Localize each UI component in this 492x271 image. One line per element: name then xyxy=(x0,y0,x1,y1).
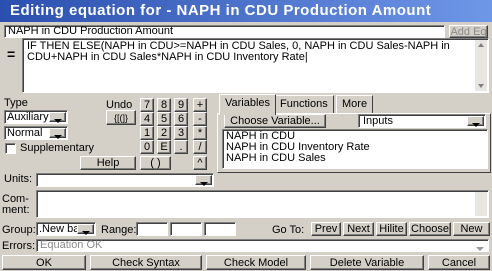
new-button[interactable]: New xyxy=(453,222,490,236)
scroll-down-icon xyxy=(478,84,484,88)
help-button[interactable]: Help xyxy=(80,156,136,170)
supplementary-label: Supplementary xyxy=(20,142,94,154)
key-times[interactable]: * xyxy=(193,126,207,140)
choose-variable-button[interactable]: Choose Variable... xyxy=(224,114,326,128)
chevron-down-icon xyxy=(77,224,94,235)
chevron-down-icon xyxy=(472,241,487,251)
cancel-button[interactable]: Cancel xyxy=(428,255,490,270)
goto-label: Go To: xyxy=(272,224,305,236)
ok-button[interactable]: OK xyxy=(2,255,86,270)
type-label: Type xyxy=(4,97,28,109)
key-dot[interactable]: . xyxy=(174,140,188,154)
units-dropdown[interactable] xyxy=(36,173,214,187)
key-9[interactable]: 9 xyxy=(174,98,188,112)
equals-sign: = xyxy=(7,46,16,62)
subtype-value: Normal xyxy=(7,127,43,139)
range-label: Range: xyxy=(101,224,137,236)
key-parens[interactable]: ( ) xyxy=(140,156,171,170)
range-step-field[interactable] xyxy=(204,222,236,236)
tab-more[interactable]: More xyxy=(336,95,374,114)
errors-value: Equation OK xyxy=(40,239,103,251)
range-max-field[interactable] xyxy=(170,222,202,236)
key-minus[interactable]: - xyxy=(193,112,207,126)
braces-button[interactable]: {[(]} xyxy=(106,110,136,125)
supplementary-checkbox[interactable] xyxy=(5,143,16,154)
equation-line-2: CDU+NAPH in CDU Sales*NAPH in CDU Invent… xyxy=(27,51,308,63)
list-item[interactable]: NAPH in CDU Sales xyxy=(226,153,484,164)
errors-label: Errors: xyxy=(2,240,35,252)
key-plus[interactable]: + xyxy=(193,98,207,112)
add-eq-button[interactable]: Add Eq xyxy=(449,25,488,38)
chevron-down-icon xyxy=(49,112,66,123)
key-2[interactable]: 2 xyxy=(157,126,171,140)
key-0[interactable]: 0 xyxy=(140,140,154,154)
check-model-button[interactable]: Check Model xyxy=(206,255,306,270)
group-dropdown[interactable]: .New bau xyxy=(36,222,96,236)
variable-filter-dropdown[interactable]: Inputs xyxy=(358,114,486,128)
chevron-down-icon xyxy=(467,116,484,127)
prev-button[interactable]: Prev xyxy=(311,222,341,236)
key-6[interactable]: 6 xyxy=(174,112,188,126)
variable-name-value: NAPH in CDU Production Amount xyxy=(8,25,174,37)
key-7[interactable]: 7 xyxy=(140,98,154,112)
tab-variables[interactable]: Variables xyxy=(219,94,277,115)
key-caret[interactable]: ^ xyxy=(193,156,207,170)
range-min-field[interactable] xyxy=(136,222,168,236)
equation-editor[interactable]: IF THEN ELSE(NAPH in CDU>=NAPH in CDU Sa… xyxy=(22,38,489,93)
tab-functions[interactable]: Functions xyxy=(274,95,334,114)
delete-variable-button[interactable]: Delete Variable xyxy=(310,255,424,270)
next-button[interactable]: Next xyxy=(343,222,374,236)
subtype-dropdown[interactable]: Normal xyxy=(4,126,68,140)
choose-button[interactable]: Choose xyxy=(409,222,451,236)
key-divide[interactable]: / xyxy=(193,140,207,154)
window-title: Editing equation for - NAPH in CDU Produ… xyxy=(0,0,492,22)
chevron-down-icon xyxy=(195,175,212,186)
units-label: Units: xyxy=(4,173,33,185)
check-syntax-button[interactable]: Check Syntax xyxy=(90,255,202,270)
variable-filter-value: Inputs xyxy=(363,115,393,127)
type-dropdown[interactable]: Auxiliary xyxy=(4,110,68,124)
errors-field: Equation OK xyxy=(36,239,489,252)
key-3[interactable]: 3 xyxy=(174,126,188,140)
hilite-button[interactable]: Hilite xyxy=(376,222,407,236)
key-e[interactable]: E xyxy=(157,140,171,154)
comment-label-2: ment: xyxy=(2,204,30,216)
key-8[interactable]: 8 xyxy=(157,98,171,112)
equation-scrollbar[interactable] xyxy=(475,40,487,91)
comment-field[interactable] xyxy=(36,190,489,218)
scroll-up-icon xyxy=(478,43,484,47)
inputs-list[interactable]: NAPH in CDU NAPH in CDU Inventory Rate N… xyxy=(222,129,488,169)
comment-scrollbar[interactable] xyxy=(475,192,487,216)
key-1[interactable]: 1 xyxy=(140,126,154,140)
type-value: Auxiliary xyxy=(7,111,49,123)
key-5[interactable]: 5 xyxy=(157,112,171,126)
chevron-down-icon xyxy=(49,128,66,139)
key-4[interactable]: 4 xyxy=(140,112,154,126)
variable-name-field[interactable]: NAPH in CDU Production Amount xyxy=(4,25,445,38)
group-label: Group: xyxy=(2,224,36,236)
